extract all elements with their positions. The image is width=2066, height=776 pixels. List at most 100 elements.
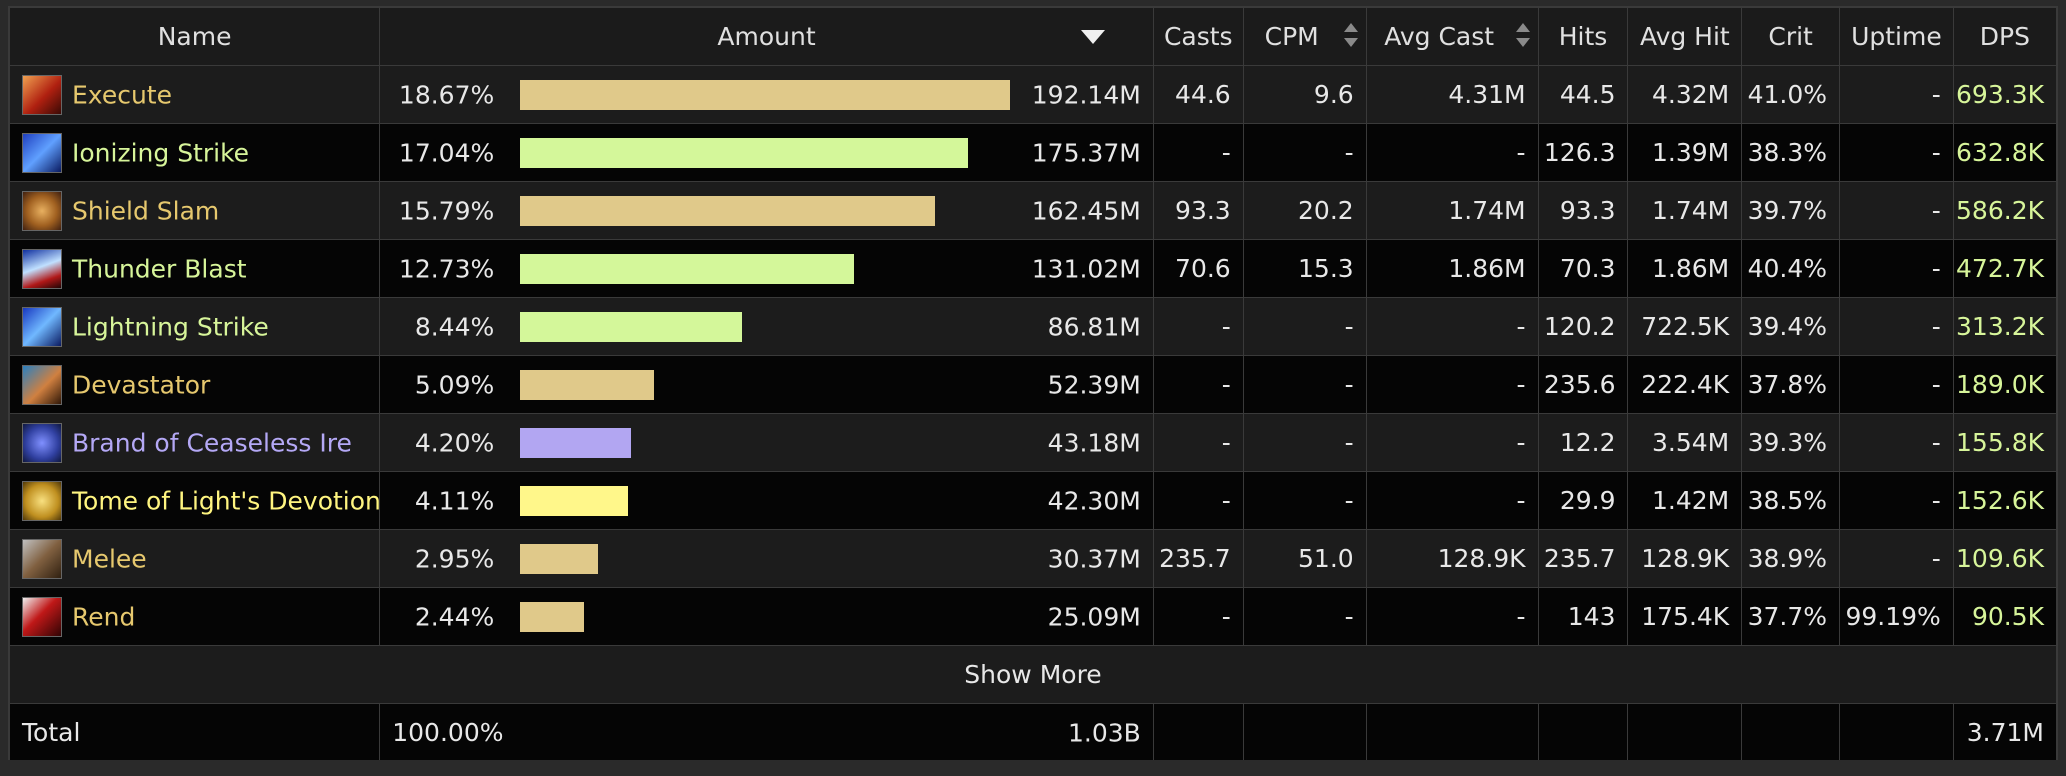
hits-value: 235.7	[1537, 529, 1629, 588]
col-header-name[interactable]: Name	[8, 7, 381, 66]
avg-cast-value: -	[1365, 297, 1539, 356]
amount-cell: 12.73% 131.02M	[379, 239, 1154, 298]
col-header-casts[interactable]: Casts	[1152, 7, 1244, 66]
casts-value: 70.6	[1152, 239, 1244, 298]
col-header-hits[interactable]: Hits	[1537, 7, 1629, 66]
amount-cell: 8.44% 86.81M	[379, 297, 1154, 356]
table-row[interactable]: Tome of Light's Devotion 4.11% 42.30M - - -29…	[8, 471, 2058, 530]
amount-value: 30.37M	[1047, 544, 1141, 573]
avg-cast-value: -	[1365, 355, 1539, 414]
casts-value: -	[1152, 355, 1244, 414]
ability-name-cell[interactable]: Lightning Strike	[8, 297, 381, 356]
ability-name[interactable]: Melee	[72, 544, 147, 573]
avg-cast-value: 1.74M	[1365, 181, 1539, 240]
casts-value: 235.7	[1152, 529, 1244, 588]
avg-hit-value: 3.54M	[1627, 413, 1743, 472]
casts-value: -	[1152, 587, 1244, 646]
ability-name-cell[interactable]: Thunder Blast	[8, 239, 381, 298]
amount-bar-track	[520, 196, 1010, 226]
avg-hit-value: 1.42M	[1627, 471, 1743, 530]
execute-icon	[22, 74, 62, 115]
crit-value: 39.4%	[1741, 297, 1841, 356]
table-row[interactable]: Thunder Blast 12.73% 131.02M 70.6 15.3 1.86M 7…	[8, 239, 2058, 298]
amount-percent: 8.44%	[414, 312, 495, 341]
amount-bar	[520, 196, 935, 226]
ionizing-strike-icon	[22, 132, 62, 173]
dps-value: 632.8K	[1952, 123, 2058, 182]
total-amount: 1.03B	[1067, 718, 1141, 747]
ability-name[interactable]: Ionizing Strike	[72, 138, 249, 167]
ability-name-cell[interactable]: Rend	[8, 587, 381, 646]
damage-breakdown-panel: Name Amount Casts CPM Avg Cast Hits Avg …	[8, 6, 2058, 762]
cpm-value: -	[1242, 297, 1367, 356]
ability-name[interactable]: Tome of Light's Devotion	[72, 486, 379, 515]
uptime-value: -	[1839, 529, 1954, 588]
table-row[interactable]: Ionizing Strike 17.04% 175.37M - - -126.3 1.39…	[8, 123, 2058, 182]
ability-name-cell[interactable]: Brand of Ceaseless Ire	[8, 413, 381, 472]
casts-value: -	[1152, 123, 1244, 182]
col-header-avg-cast[interactable]: Avg Cast	[1365, 7, 1539, 66]
amount-bar-track	[520, 486, 1010, 516]
ability-name-cell[interactable]: Shield Slam	[8, 181, 381, 240]
ability-name[interactable]: Shield Slam	[72, 196, 219, 225]
amount-bar	[520, 80, 1011, 110]
brand-of-ceaseless-ire-icon	[22, 422, 62, 463]
col-header-cpm[interactable]: CPM	[1242, 7, 1367, 66]
casts-value: 93.3	[1152, 181, 1244, 240]
table-row[interactable]: Execute 18.67% 192.14M 44.6 9.6 4.31M 44.5 4.32…	[8, 65, 2058, 124]
col-header-avg-hit[interactable]: Avg Hit	[1627, 7, 1743, 66]
col-header-crit[interactable]: Crit	[1741, 7, 1841, 66]
avg-cast-value: 1.86M	[1365, 239, 1539, 298]
col-header-cpm-label: CPM	[1264, 22, 1319, 51]
dps-value: 313.2K	[1952, 297, 2058, 356]
rend-icon	[22, 596, 62, 637]
amount-bar	[520, 138, 968, 168]
hits-value: 44.5	[1537, 65, 1629, 124]
ability-name[interactable]: Lightning Strike	[72, 312, 269, 341]
ability-name[interactable]: Thunder Blast	[72, 254, 247, 283]
hits-value: 12.2	[1537, 413, 1629, 472]
amount-cell: 18.67% 192.14M	[379, 65, 1154, 124]
hits-value: 143	[1537, 587, 1629, 646]
ability-name-cell[interactable]: Melee	[8, 529, 381, 588]
amount-bar-track	[520, 428, 1010, 458]
ability-name[interactable]: Execute	[72, 80, 172, 109]
uptime-value: 99.19%	[1839, 587, 1954, 646]
ability-name-cell[interactable]: Ionizing Strike	[8, 123, 381, 182]
ability-name-cell[interactable]: Devastator	[8, 355, 381, 414]
amount-bar-track	[520, 312, 1010, 342]
table-row[interactable]: Brand of Ceaseless Ire 4.20% 43.18M - - -12.2…	[8, 413, 2058, 472]
amount-bar-track	[520, 254, 1010, 284]
col-header-uptime[interactable]: Uptime	[1839, 7, 1954, 66]
total-amount-cell: 100.00% 1.03B	[379, 703, 1154, 762]
col-header-amount[interactable]: Amount	[379, 7, 1154, 66]
amount-cell: 15.79% 162.45M	[379, 181, 1154, 240]
table-row[interactable]: Lightning Strike 8.44% 86.81M - - -120.2 722.5…	[8, 297, 2058, 356]
uptime-value: -	[1839, 239, 1954, 298]
show-more-button[interactable]: Show More	[9, 645, 2057, 704]
table-row[interactable]: Devastator 5.09% 52.39M - - -235.6 222.4K 37.8%…	[8, 355, 2058, 414]
table-row[interactable]: Rend 2.44% 25.09M - - -143 175.4K 37.7% 99.19% 90…	[8, 587, 2058, 646]
amount-cell: 2.95% 30.37M	[379, 529, 1154, 588]
amount-value: 25.09M	[1047, 602, 1141, 631]
amount-percent: 18.67%	[398, 80, 495, 109]
show-more-row[interactable]: Show More	[9, 645, 2057, 704]
table-row[interactable]: Shield Slam 15.79% 162.45M 93.3 20.2 1.74M 93.…	[8, 181, 2058, 240]
total-percent: 100.00%	[392, 718, 504, 747]
amount-cell: 4.20% 43.18M	[379, 413, 1154, 472]
col-header-dps[interactable]: DPS	[1952, 7, 2058, 66]
uptime-value: -	[1839, 65, 1954, 124]
ability-name-cell[interactable]: Execute	[8, 65, 381, 124]
hits-value: 126.3	[1537, 123, 1629, 182]
ability-name[interactable]: Devastator	[72, 370, 210, 399]
thunder-blast-icon	[22, 248, 62, 289]
amount-bar-track	[520, 544, 1010, 574]
table-row[interactable]: Melee 2.95% 30.37M 235.7 51.0 128.9K 235.7 128.…	[8, 529, 2058, 588]
ability-name[interactable]: Rend	[72, 602, 135, 631]
total-label: Total	[8, 703, 381, 762]
avg-hit-value: 1.74M	[1627, 181, 1743, 240]
ability-name[interactable]: Brand of Ceaseless Ire	[72, 428, 352, 457]
crit-value: 37.8%	[1741, 355, 1841, 414]
hits-value: 93.3	[1537, 181, 1629, 240]
ability-name-cell[interactable]: Tome of Light's Devotion	[8, 471, 381, 530]
